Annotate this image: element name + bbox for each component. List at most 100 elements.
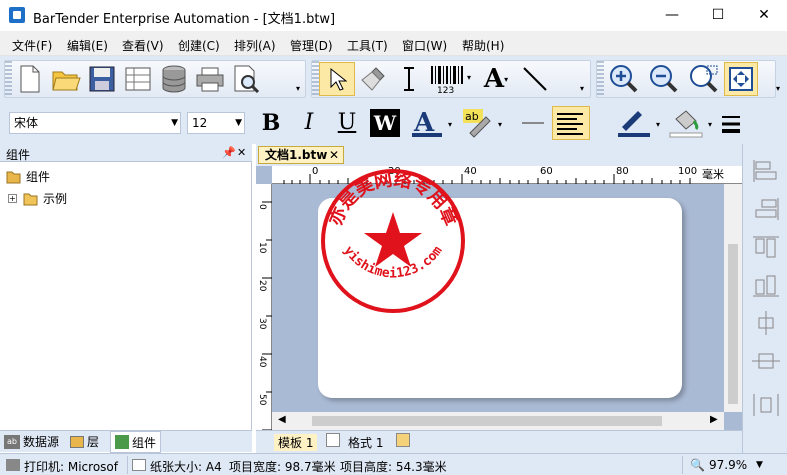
zoom-dropdown-arrow-icon[interactable]: ▼ xyxy=(756,460,763,470)
center-horizontal-icon[interactable] xyxy=(751,348,781,374)
new-document-icon[interactable] xyxy=(12,62,48,96)
toolbar-overflow-icon[interactable]: ▾ xyxy=(296,84,300,93)
align-bottom-objects-icon[interactable] xyxy=(751,272,781,298)
scroll-right-arrow-icon[interactable]: ▶ xyxy=(710,414,718,425)
zoom-whole-page-icon[interactable] xyxy=(724,62,758,96)
ruler-label: 60 xyxy=(540,166,553,177)
scroll-thumb[interactable] xyxy=(312,416,662,426)
center-vertical-icon[interactable] xyxy=(751,310,781,336)
expand-plus-icon[interactable]: + xyxy=(8,194,17,203)
minimize-button[interactable]: — xyxy=(649,0,695,31)
vertical-scrollbar[interactable] xyxy=(724,184,742,412)
status-separator xyxy=(127,456,128,474)
panel-close-icon[interactable]: ✕ xyxy=(237,146,246,159)
tab-template-1[interactable]: 模板 1 xyxy=(274,434,318,451)
underline-button[interactable]: U xyxy=(330,108,364,138)
align-right-objects-icon[interactable] xyxy=(751,196,781,222)
tab-document[interactable]: 文档1.btw ✕ xyxy=(258,146,344,164)
panel-tabs: ab 数据源 层 组件 xyxy=(0,430,252,453)
line-tool-icon[interactable] xyxy=(517,62,553,96)
tab-components[interactable]: 组件 xyxy=(110,431,162,453)
menu-create[interactable]: 创建(C) xyxy=(178,37,220,54)
font-color-icon[interactable]: A ▾ xyxy=(410,107,456,139)
title-bar: BarTender Enterprise Automation - [文档1.b… xyxy=(0,0,787,31)
vertical-ruler: 0 10 20 30 40 50 xyxy=(256,184,272,430)
italic-button[interactable]: I xyxy=(292,108,326,138)
svg-text:▾: ▾ xyxy=(467,73,471,82)
barcode-icon[interactable]: 123 ▾ xyxy=(427,62,475,96)
print-preview-icon[interactable] xyxy=(228,62,264,96)
toolbar-grip[interactable] xyxy=(312,61,319,97)
tab-format-1[interactable]: 格式 1 xyxy=(348,434,383,451)
menu-arrange[interactable]: 排列(A) xyxy=(234,37,276,54)
page-setup-icon[interactable] xyxy=(120,62,156,96)
zoom-level: 97.9% xyxy=(709,458,748,472)
toolbar-grip[interactable] xyxy=(597,61,604,97)
tab-close-icon[interactable]: ✕ xyxy=(329,147,339,163)
svg-text:123: 123 xyxy=(437,86,454,94)
text-object-icon[interactable]: A ▾ xyxy=(475,62,517,96)
svg-text:ab: ab xyxy=(465,110,479,123)
toolbar-overflow-icon[interactable]: ▾ xyxy=(776,84,780,93)
line-style-icon[interactable] xyxy=(516,107,548,139)
print-icon[interactable] xyxy=(192,62,228,96)
menu-file[interactable]: 文件(F) xyxy=(12,37,52,54)
add-template-icon[interactable] xyxy=(326,433,340,447)
dropdown-arrow-icon: ▼ xyxy=(235,118,242,128)
menu-view[interactable]: 查看(V) xyxy=(122,37,164,54)
align-left-objects-icon[interactable] xyxy=(751,158,781,184)
ruler-unit: 毫米 xyxy=(702,166,724,182)
distribute-icon[interactable] xyxy=(751,392,781,418)
components-icon xyxy=(115,435,129,449)
zoom-in-icon[interactable] xyxy=(604,62,644,96)
paper-icon xyxy=(132,459,146,471)
ruler-label: 80 xyxy=(616,166,629,177)
svg-text:▾: ▾ xyxy=(448,120,452,129)
file-toolbar xyxy=(4,60,306,98)
menu-window[interactable]: 窗口(W) xyxy=(402,37,447,54)
printer-status: 打印机: Microsof xyxy=(24,460,118,474)
line-weight-icon[interactable] xyxy=(720,107,744,139)
horizontal-scrollbar[interactable]: ◀ ▶ xyxy=(272,412,724,430)
close-button[interactable]: ✕ xyxy=(741,0,787,31)
text-cursor-icon[interactable] xyxy=(391,62,427,96)
font-size-select[interactable]: 12 ▼ xyxy=(187,112,245,134)
zoom-out-icon[interactable] xyxy=(644,62,684,96)
object-toolbar: 123 ▾ A ▾ xyxy=(311,60,591,98)
toolbar-overflow-icon[interactable]: ▾ xyxy=(580,84,584,93)
sheet-tabs: 模板 1 格式 1 xyxy=(256,430,742,453)
pin-icon[interactable]: 📌 xyxy=(222,146,236,159)
menu-help[interactable]: 帮助(H) xyxy=(462,37,504,54)
maximize-button[interactable]: ☐ xyxy=(695,0,741,31)
menu-tools[interactable]: 工具(T) xyxy=(347,37,388,54)
ruler-label: 40 xyxy=(257,356,267,368)
toolbar-grip[interactable] xyxy=(5,61,12,97)
database-icon[interactable] xyxy=(156,62,192,96)
align-left-icon[interactable] xyxy=(552,106,590,140)
menu-manage[interactable]: 管理(D) xyxy=(290,37,333,54)
reverse-text-button[interactable]: W xyxy=(370,109,400,137)
tree-item-examples[interactable]: + 示例 xyxy=(8,190,67,207)
font-name-select[interactable]: 宋体 ▼ xyxy=(9,112,181,134)
scroll-left-arrow-icon[interactable]: ◀ xyxy=(278,414,286,425)
tab-data-sources[interactable]: ab 数据源 xyxy=(4,433,59,450)
tree-item-components[interactable]: 组件 xyxy=(6,168,50,185)
select-pointer-icon[interactable] xyxy=(319,62,355,96)
svg-text:▾: ▾ xyxy=(498,120,502,129)
tab-layers[interactable]: 层 xyxy=(70,433,99,450)
align-top-objects-icon[interactable] xyxy=(751,234,781,260)
data-source-icon: ab xyxy=(4,434,20,449)
open-folder-icon[interactable] xyxy=(48,62,84,96)
highlight-color-icon[interactable]: ab ▾ xyxy=(460,107,506,139)
fill-color-icon[interactable]: ▾ xyxy=(668,107,716,139)
status-bar: 打印机: Microsof 纸张大小: A4 项目宽度: 98.7毫米 项目高度… xyxy=(0,453,787,475)
add-format-icon[interactable] xyxy=(396,433,410,447)
menu-edit[interactable]: 编辑(E) xyxy=(67,37,108,54)
main-toolbar: ▾ 123 ▾ A ▾ ▾ ▾ xyxy=(0,56,787,102)
line-color-icon[interactable]: ▾ xyxy=(616,107,664,139)
zoom-fit-icon[interactable] xyxy=(684,62,724,96)
bold-button[interactable]: B xyxy=(254,108,288,138)
scroll-thumb[interactable] xyxy=(728,244,738,404)
save-disk-icon[interactable] xyxy=(84,62,120,96)
format-brush-icon[interactable] xyxy=(355,62,391,96)
